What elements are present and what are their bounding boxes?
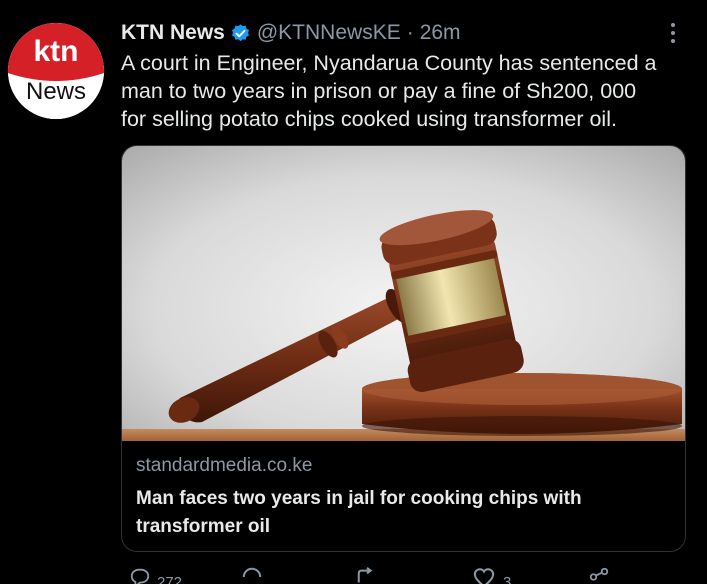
- like-count: 3: [503, 574, 512, 584]
- tweet-text: A court in Engineer, Nyandarua County ha…: [121, 49, 691, 133]
- link-card[interactable]: standardmedia.co.ke Man faces two years …: [121, 145, 686, 552]
- card-title-line: transformer oil: [136, 516, 271, 537]
- card-image[interactable]: [122, 146, 685, 441]
- like-icon: [473, 568, 495, 584]
- header-separator: ·: [406, 21, 414, 44]
- comment-icon: [242, 567, 262, 578]
- tweet-text-line: man to two years in prison or pay a fine…: [121, 79, 637, 103]
- share-button[interactable]: [587, 566, 611, 584]
- tweet-text-line: A court in Engineer, Nyandarua County ha…: [121, 51, 657, 75]
- tweet-actions: 272 3: [121, 566, 681, 584]
- logo-ktn-text: ktn: [34, 35, 79, 68]
- avatar[interactable]: ktn News: [8, 23, 104, 119]
- reply-icon: [130, 568, 150, 584]
- tweet-text-line: for selling potato chips cooked using tr…: [121, 107, 617, 131]
- ktn-news-logo: ktn News: [8, 23, 104, 119]
- card-domain[interactable]: standardmedia.co.ke: [136, 455, 312, 477]
- share-icon: [589, 567, 609, 581]
- author-handle[interactable]: @KTNNewsKE: [257, 21, 401, 45]
- card-title[interactable]: Man faces two years in jail for cooking …: [136, 485, 656, 541]
- card-title-line: Man faces two years in jail for cooking …: [136, 488, 582, 509]
- author-name[interactable]: KTN News: [121, 21, 225, 45]
- tweet-header: KTN News @KTNNewsKE · 26m: [121, 20, 461, 46]
- retweet-icon: [357, 567, 373, 583]
- retweet-button[interactable]: [353, 566, 387, 584]
- reply-button[interactable]: 272: [129, 566, 182, 584]
- more-options-icon[interactable]: [661, 18, 685, 48]
- tweet[interactable]: ktn News KTN News @KTNNewsKE · 26m A cou…: [0, 0, 707, 584]
- like-button[interactable]: 3: [471, 566, 511, 584]
- verified-badge-icon: [230, 23, 251, 44]
- logo-news-text: News: [26, 78, 86, 105]
- reply-count: 272: [157, 574, 183, 584]
- comment-button[interactable]: [239, 566, 265, 584]
- tweet-timestamp[interactable]: 26m: [420, 21, 461, 45]
- gavel-image: [122, 146, 685, 441]
